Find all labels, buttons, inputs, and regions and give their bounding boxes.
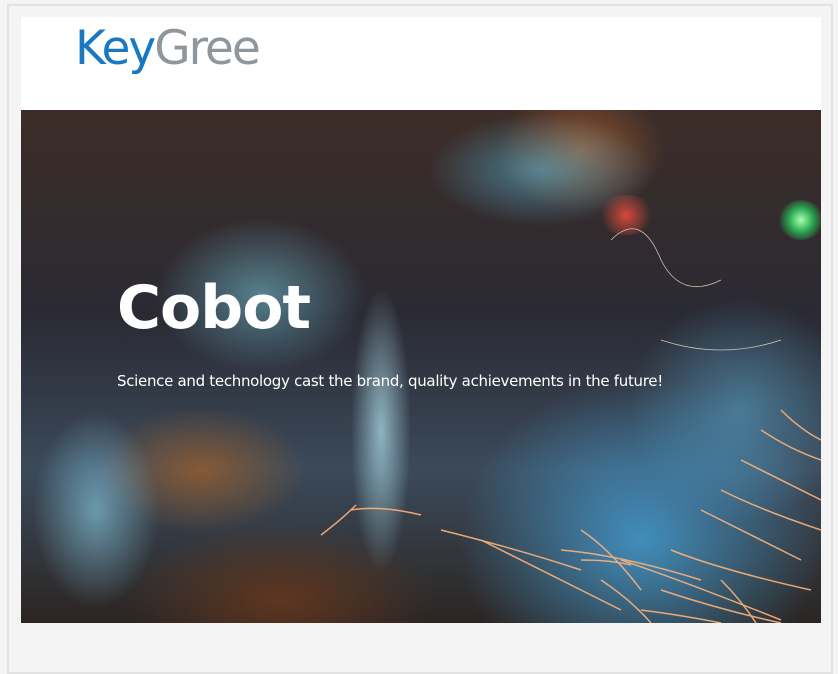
welding-sparks-graphic bbox=[320, 228, 821, 623]
logo-part-gree: Gree bbox=[154, 21, 261, 76]
hero-title: Cobot bbox=[117, 273, 311, 343]
keygree-logo[interactable]: KeyGree bbox=[75, 25, 261, 72]
site-header: KeyGree bbox=[21, 17, 821, 110]
hero-banner: Cobot Science and technology cast the br… bbox=[21, 110, 821, 623]
hero-subtitle: Science and technology cast the brand, q… bbox=[117, 372, 663, 390]
logo-part-key: Key bbox=[75, 21, 156, 76]
